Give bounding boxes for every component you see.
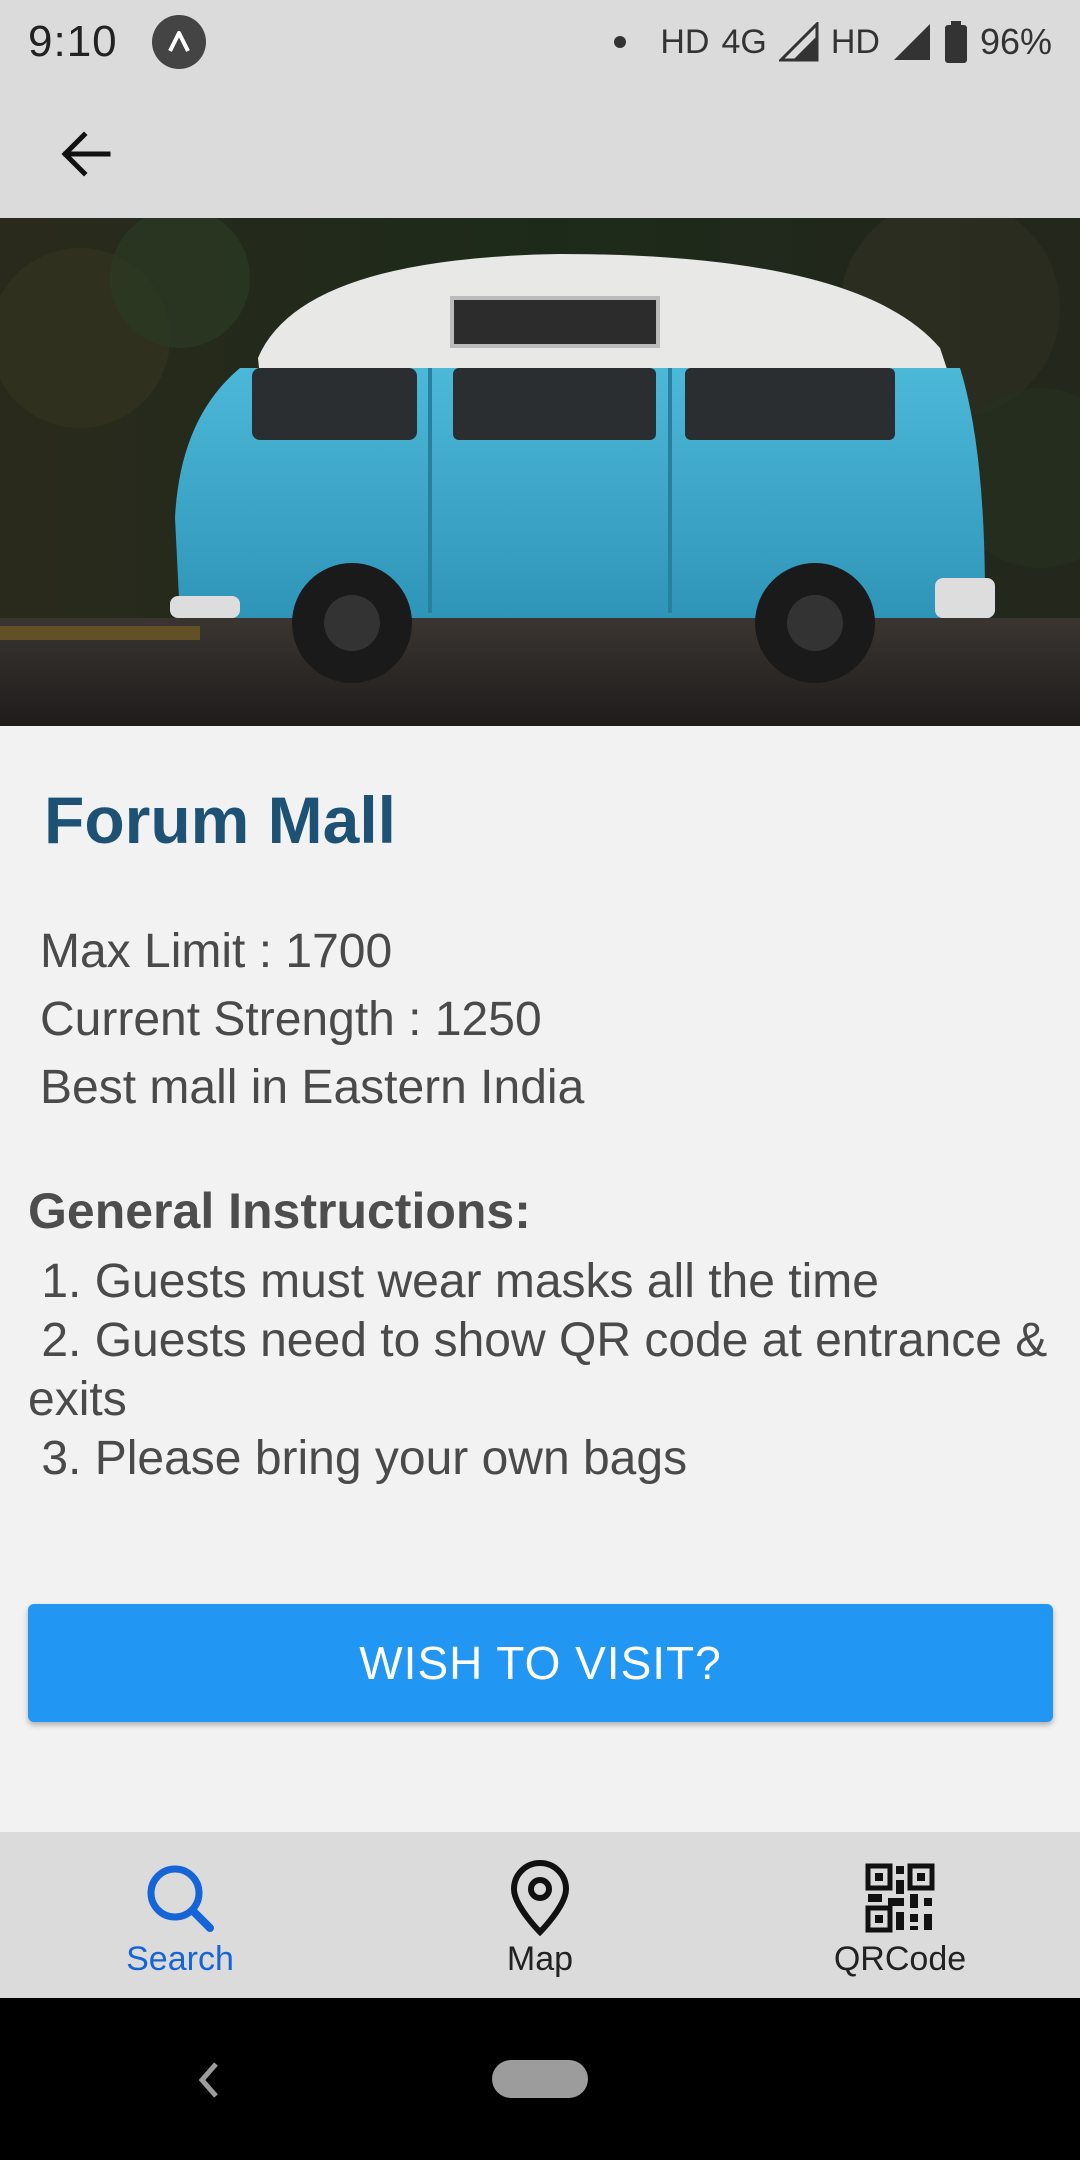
notification-dot-icon	[614, 36, 627, 48]
instruction-item: 2. Guests need to show QR code at entran…	[28, 1314, 1061, 1426]
map-pin-icon	[510, 1860, 570, 1936]
max-limit-text: Max Limit : 1700	[40, 925, 393, 978]
current-strength-text: Current Strength : 1250	[40, 993, 542, 1046]
search-icon	[147, 1865, 214, 1932]
place-title: Forum Mall	[44, 783, 397, 857]
back-button[interactable]	[46, 114, 126, 194]
place-info: Max Limit : 1700 Current Strength : 1250…	[40, 918, 584, 1122]
instruction-item: 1. Guests must wear masks all the time	[28, 1255, 879, 1308]
system-navigation-bar	[0, 1998, 1080, 2160]
status-indicators: HD 4G HD 96%	[614, 21, 1052, 63]
hd-label: HD	[660, 22, 710, 61]
place-image	[0, 218, 1080, 726]
bottom-navigation: Search Map QRCode	[0, 1832, 1080, 1998]
instructions-heading: General Instructions:	[28, 1183, 531, 1239]
wish-to-visit-button[interactable]: WISH TO VISIT?	[28, 1604, 1053, 1722]
qr-code-icon	[865, 1863, 935, 1933]
nav-item-search[interactable]: Search	[0, 1832, 360, 1998]
place-description: Best mall in Eastern India	[40, 1061, 585, 1114]
signal-icon	[778, 22, 819, 62]
arrow-back-icon	[61, 131, 111, 177]
battery-icon	[944, 21, 967, 63]
system-home-button[interactable]	[492, 2060, 588, 2098]
status-bar: 9:10 HD 4G HD 96%	[0, 0, 1080, 84]
instruction-item: 3. Please bring your own bags	[28, 1432, 688, 1485]
place-details: Forum Mall Max Limit : 1700 Current Stre…	[0, 726, 1080, 1832]
system-back-icon[interactable]	[188, 2050, 228, 2110]
nav-label-map: Map	[506, 1940, 574, 1978]
nav-item-qrcode[interactable]: QRCode	[720, 1832, 1080, 1998]
battery-percent: 96%	[979, 21, 1052, 62]
signal-icon-2	[893, 24, 930, 60]
nav-item-map[interactable]: Map	[360, 1832, 720, 1998]
hd-label-2: HD	[830, 22, 880, 61]
nav-label-search: Search	[126, 1940, 234, 1978]
nav-label-qrcode: QRCode	[833, 1940, 967, 1978]
status-time: 9:10	[28, 17, 118, 66]
app-bar	[0, 84, 1080, 218]
instructions-list: 1. Guests must wear masks all the time 2…	[28, 1252, 1058, 1488]
network-type-label: 4G	[721, 22, 767, 61]
app-notification-icon	[151, 15, 206, 69]
